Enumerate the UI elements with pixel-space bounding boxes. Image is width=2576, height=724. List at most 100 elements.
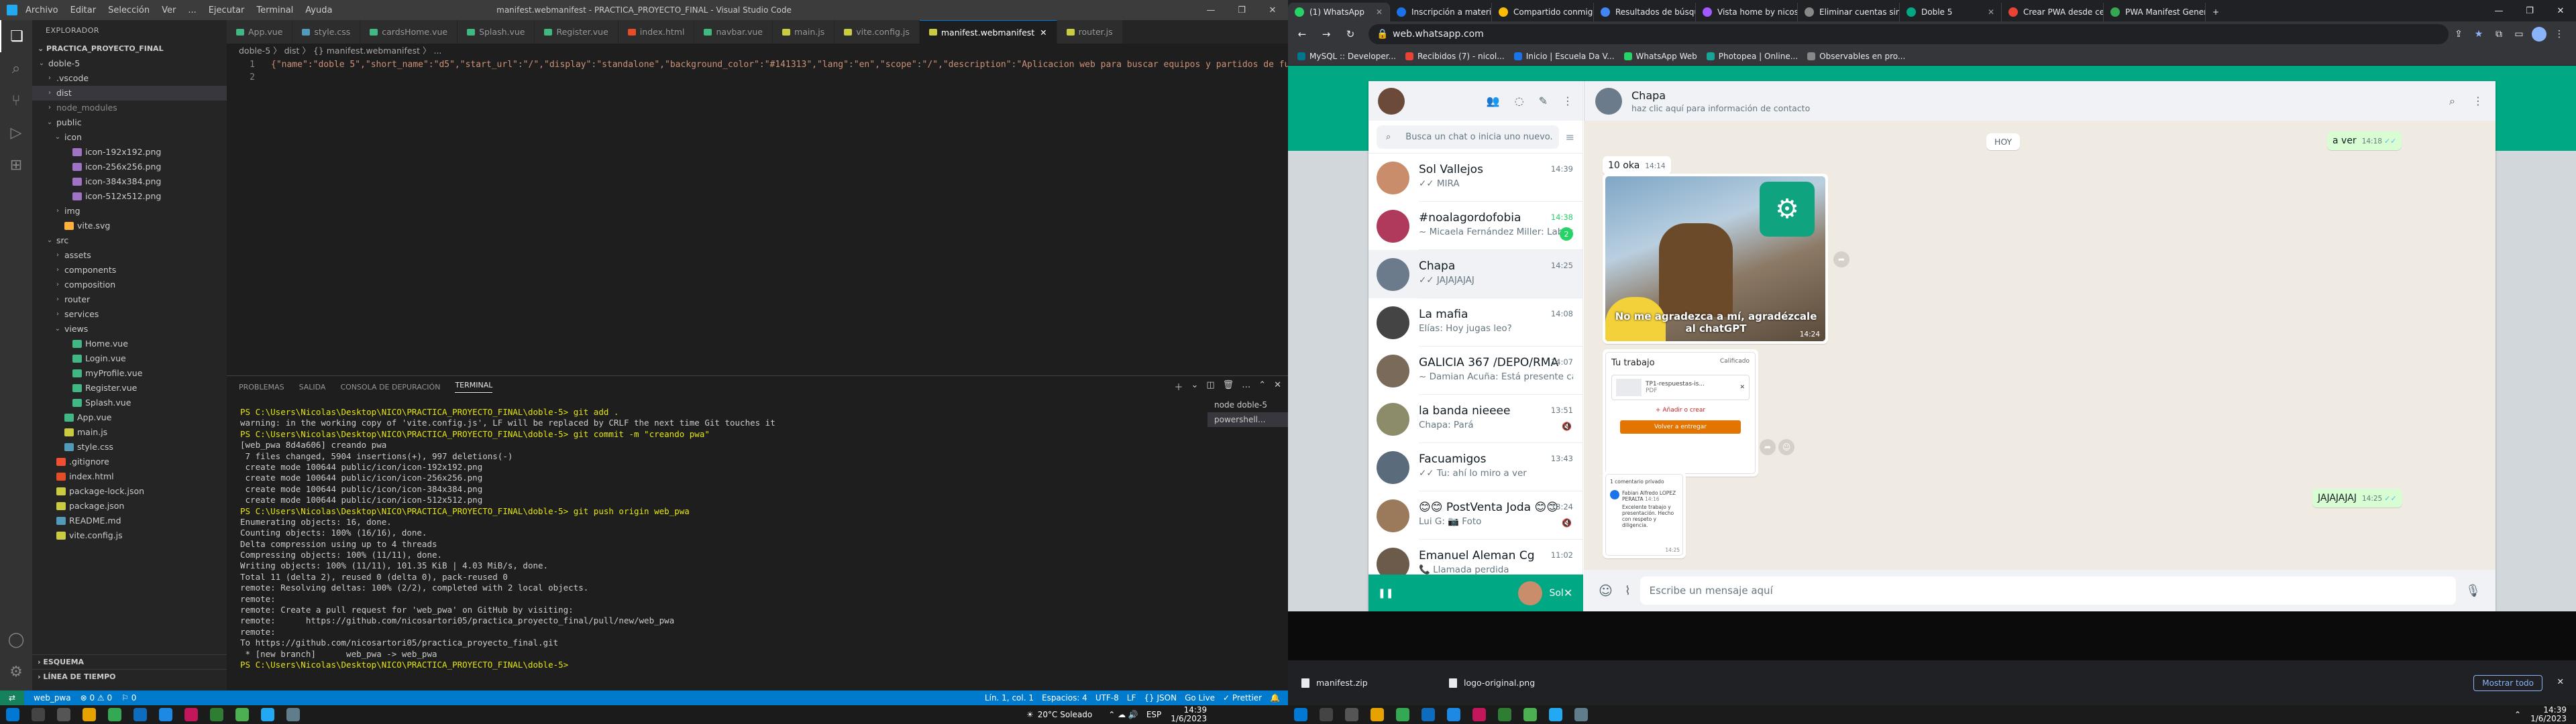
close-call-icon[interactable]: ✕ xyxy=(1564,587,1572,599)
tree-item[interactable]: › node_modules xyxy=(32,101,227,115)
new-chat-icon[interactable]: ✎ xyxy=(1539,95,1548,107)
prettier[interactable]: ✓ Prettier xyxy=(1223,693,1262,703)
editor-tab[interactable]: router.js xyxy=(1057,20,1123,44)
mail-icon[interactable] xyxy=(1421,708,1435,721)
menu-seleccion[interactable]: Selección xyxy=(108,5,150,15)
tab-problemas[interactable]: PROBLEMAS xyxy=(239,383,284,391)
app-icon[interactable] xyxy=(184,708,198,721)
branch-status[interactable]: web_pwa xyxy=(34,693,71,703)
tree-item[interactable]: package-lock.json xyxy=(32,484,227,499)
chat-list-item[interactable]: GALICIA 367 /DEPO/RMA ~ Damian Acuña: Est… xyxy=(1368,347,1582,395)
clock-date[interactable]: 1/6/2023 xyxy=(2530,715,2567,723)
maximize-icon[interactable]: ❐ xyxy=(1226,0,1257,20)
chat-list-item[interactable]: Chapa ✓✓ JAJAJAJAJ 14:25 xyxy=(1368,250,1582,298)
tree-item[interactable]: ⌄ public xyxy=(32,115,227,130)
browser-tab[interactable]: PWA Manifest Gener...✕ xyxy=(2104,3,2206,21)
tree-item[interactable]: main.js xyxy=(32,425,227,440)
message-out[interactable]: JAJAJAJAJ 14:25 ✓✓ xyxy=(2312,489,2402,507)
menu-ver[interactable]: Ver xyxy=(162,5,176,15)
source-control-icon[interactable]: ⑂ xyxy=(0,84,32,117)
tree-item[interactable]: icon-384x384.png xyxy=(32,174,227,189)
run-debug-icon[interactable]: ▷ xyxy=(0,117,32,149)
sidepanel-icon[interactable]: ▭ xyxy=(2509,24,2529,44)
file-explorer-icon[interactable] xyxy=(83,708,96,721)
browser-tab[interactable]: Compartido conmigo✕ xyxy=(1492,3,1594,21)
browser-tab[interactable]: Eliminar cuentas sin✕ xyxy=(1798,3,1900,21)
more-icon[interactable]: … xyxy=(1242,380,1250,393)
close-panel-icon[interactable]: ✕ xyxy=(1274,380,1281,393)
tree-item[interactable]: .gitignore xyxy=(32,455,227,469)
tree-item[interactable]: README.md xyxy=(32,514,227,528)
tree-item[interactable]: ⌄ doble-5 xyxy=(32,56,227,71)
minimize-icon[interactable]: — xyxy=(2483,0,2514,21)
tree-item[interactable]: vite.svg xyxy=(32,219,227,233)
chrome-icon[interactable] xyxy=(108,708,121,721)
tree-item[interactable]: › router xyxy=(32,292,227,307)
chat-list-item[interactable]: Emanuel Aleman Cg 📞 Llamada perdida 11:02 xyxy=(1368,540,1582,575)
bookmark-item[interactable]: Photopea | Online... xyxy=(1706,52,1798,61)
editor-tab[interactable]: manifest.webmanifest ✕ xyxy=(919,20,1057,44)
close-tab-icon[interactable]: ✕ xyxy=(1985,7,1994,17)
share-icon[interactable]: ⇪ xyxy=(2449,24,2469,44)
star-icon[interactable]: ★ xyxy=(2469,24,2489,44)
status-icon[interactable]: ◌ xyxy=(1515,95,1524,107)
app-icon[interactable] xyxy=(286,708,300,721)
menu-editar[interactable]: Editar xyxy=(70,5,97,15)
project-root[interactable]: ⌄ PRACTICA_PROYECTO_FINAL xyxy=(32,42,227,56)
tree-item[interactable]: icon-256x256.png xyxy=(32,160,227,174)
maximize-icon[interactable]: ❐ xyxy=(2514,0,2545,21)
search-input[interactable]: ⌕ Busca un chat o inicia uno nuevo. xyxy=(1377,125,1559,149)
message-in[interactable]: 10 oka 14:14 xyxy=(1603,156,1671,175)
close-tab-icon[interactable]: ✕ xyxy=(1373,7,1383,17)
cursor-position[interactable]: Lín. 1, col. 1 xyxy=(985,693,1034,703)
search-icon[interactable]: ⌕ xyxy=(0,52,32,84)
chat-list-item[interactable]: Sol Vallejos ✓✓ MIRA 14:39 xyxy=(1368,154,1582,202)
tab-terminal[interactable]: TERMINAL xyxy=(455,381,493,393)
editor-tab[interactable]: index.html xyxy=(618,20,695,44)
message-out[interactable]: a ver 14:18 ✓✓ xyxy=(2327,131,2402,150)
timeline-section[interactable]: › LÍNEA DE TIEMPO xyxy=(32,669,227,684)
remote-icon[interactable]: ⇄ xyxy=(0,690,24,705)
problems-status[interactable]: ⊗ 0 ⚠ 0 xyxy=(80,693,113,703)
split-terminal-icon[interactable]: ◫ xyxy=(1206,380,1214,393)
search-icon[interactable] xyxy=(32,708,45,721)
tree-item[interactable]: ⌄ views xyxy=(32,322,227,337)
browser-tab[interactable]: Vista home by nicosar✕ xyxy=(1696,3,1798,21)
editor-tab[interactable]: App.vue xyxy=(227,20,293,44)
tree-item[interactable]: package.json xyxy=(32,499,227,514)
bookmark-item[interactable]: MySQL :: Developer... xyxy=(1297,52,1396,61)
image-message-comment[interactable]: 1 comentario privado Fabian Alfredo LOPE… xyxy=(1603,471,1686,558)
extensions-icon[interactable]: ⊞ xyxy=(0,149,32,181)
close-downloads-icon[interactable]: ✕ xyxy=(2557,676,2564,686)
microphone-icon[interactable]: 🎙 xyxy=(2465,584,2481,598)
contact-avatar[interactable] xyxy=(1595,87,1622,115)
search-icon[interactable] xyxy=(1320,708,1333,721)
menu-ayuda[interactable]: Ayuda xyxy=(305,5,332,15)
browser-tab[interactable]: Resultados de búsqueda✕ xyxy=(1594,3,1696,21)
tree-item[interactable]: myProfile.vue xyxy=(32,366,227,381)
emoji-icon[interactable]: ☺ xyxy=(1599,583,1613,599)
encoding[interactable]: UTF-8 xyxy=(1095,693,1119,703)
reaction-icon[interactable]: ☺ xyxy=(1778,439,1794,455)
app-icon[interactable] xyxy=(1472,708,1486,721)
terminal-item-powershell[interactable]: powershell... xyxy=(1208,412,1288,427)
tree-item[interactable]: ⌄ icon xyxy=(32,130,227,145)
pause-icon[interactable]: ❚❚ xyxy=(1378,588,1393,599)
editor-tab[interactable]: cardsHome.vue xyxy=(360,20,458,44)
clock-date[interactable]: 1/6/2023 xyxy=(1171,715,1207,723)
editor-tab[interactable]: navbar.vue xyxy=(694,20,773,44)
tree-item[interactable]: › composition xyxy=(32,278,227,292)
outline-section[interactable]: › ESQUEMA xyxy=(32,654,227,669)
eol[interactable]: LF xyxy=(1127,693,1136,703)
chat-list-item[interactable]: la banda nieeee Chapa: Pará 13:51 🔇 xyxy=(1368,395,1582,443)
tree-item[interactable]: vite.config.js xyxy=(32,528,227,543)
tab-salida[interactable]: SALIDA xyxy=(299,383,326,391)
menu-icon[interactable]: ⋮ xyxy=(2549,24,2569,44)
language-mode[interactable]: {} JSON xyxy=(1144,693,1177,703)
chrome-icon[interactable] xyxy=(235,708,249,721)
tree-item[interactable]: › .vscode xyxy=(32,71,227,86)
account-icon[interactable]: ◯ xyxy=(0,623,32,656)
forward-icon[interactable]: → xyxy=(1316,28,1336,40)
editor-tab[interactable]: Splash.vue xyxy=(458,20,535,44)
breadcrumb[interactable]: doble-5 〉 dist 〉 {} manifest.webmanifest… xyxy=(227,44,1288,58)
